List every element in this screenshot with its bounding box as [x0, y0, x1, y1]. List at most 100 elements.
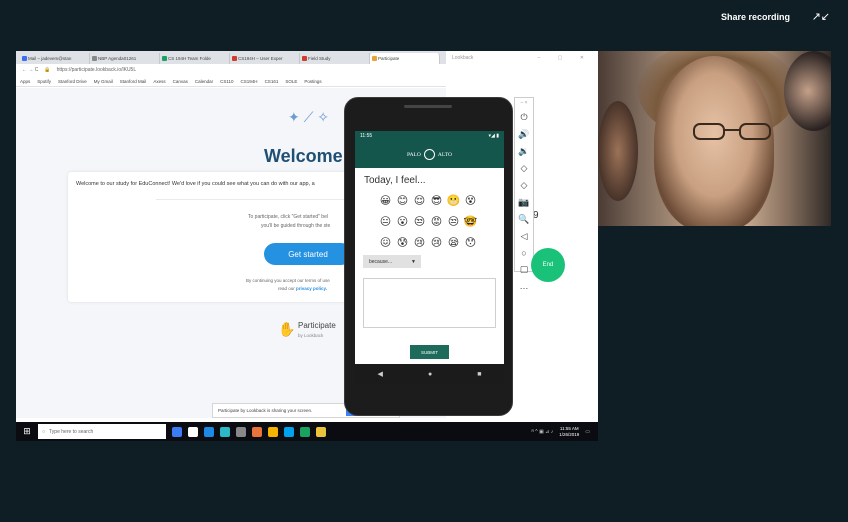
- emoji-option[interactable]: 😐: [377, 215, 394, 230]
- nav-buttons[interactable]: ← → C: [22, 67, 38, 73]
- taskbar-app-icon[interactable]: [220, 426, 230, 437]
- url-text[interactable]: https://participate.lookback.io/lKU5L: [57, 67, 137, 73]
- bookmark-item[interactable]: Spotify: [37, 79, 51, 84]
- emulator-control-icon[interactable]: ⏻: [520, 112, 527, 123]
- emulator-control-icon[interactable]: ◁: [521, 231, 528, 242]
- lock-icon: 🔒: [44, 67, 51, 73]
- emoji-option[interactable]: 😮: [394, 215, 411, 230]
- bookmark-item[interactable]: Calendar: [195, 79, 213, 84]
- taskbar-app-icon[interactable]: [268, 426, 278, 437]
- clock[interactable]: 11:55 AM 1/26/2019: [559, 426, 579, 438]
- privacy-prefix: read our: [278, 286, 297, 291]
- taskbar-app-icon[interactable]: [252, 426, 262, 437]
- emoji-option[interactable]: 😯: [462, 236, 479, 251]
- taskbar-app-icon[interactable]: [172, 426, 182, 437]
- taskbar-app-icon[interactable]: [284, 426, 294, 437]
- recents-icon[interactable]: ■: [477, 371, 481, 378]
- windows-start-icon[interactable]: ⊞: [16, 426, 38, 437]
- dropdown-caret-icon: ▼: [411, 258, 416, 265]
- clock-date: 1/26/2019: [559, 431, 580, 437]
- home-icon[interactable]: ●: [428, 371, 432, 378]
- end-call-button[interactable]: End: [531, 248, 565, 282]
- window-controls[interactable]: – ▢ ✕: [538, 55, 592, 61]
- phone-status-icons: ▾◢ ▮: [488, 133, 500, 139]
- search-placeholder: Type here to search: [49, 428, 94, 435]
- notification-icon[interactable]: ▭: [585, 429, 590, 435]
- emoji-option[interactable]: 😌: [411, 194, 428, 209]
- tab-label: Mail – jadevem@stan: [28, 56, 72, 61]
- emulator-close-icon[interactable]: – ×: [520, 100, 527, 106]
- instruction-line-2: you'll be guided through the ste: [261, 223, 331, 229]
- emulator-control-icon[interactable]: 🔉: [518, 146, 529, 157]
- taskbar-app-icon[interactable]: [236, 426, 246, 437]
- tab-label: NBP Agenda01261: [98, 56, 137, 61]
- tab-favicon-icon: [372, 56, 377, 61]
- emulator-control-icon[interactable]: ◇: [521, 180, 528, 191]
- emoji-option[interactable]: 😢: [428, 236, 445, 251]
- emoji-option[interactable]: 🤓: [462, 215, 479, 230]
- emoji-option[interactable]: 😊: [394, 194, 411, 209]
- collapse-icon[interactable]: ↗↙: [812, 10, 830, 23]
- emulator-control-icon[interactable]: ▢: [520, 264, 529, 275]
- bookmark-item[interactable]: SOLE: [285, 79, 297, 84]
- bookmark-item[interactable]: CS194H: [241, 79, 258, 84]
- emulator-control-icon[interactable]: 📷: [518, 197, 529, 208]
- browser-tab[interactable]: CS 194H Team Folde: [160, 53, 230, 64]
- tray-icons[interactable]: ᴿ ^ ▣ ⊿ ♪: [532, 429, 554, 435]
- emoji-option[interactable]: 😵: [462, 194, 479, 209]
- get-started-button[interactable]: Get started: [264, 243, 352, 265]
- participate-hand-icon: ✋: [278, 321, 296, 337]
- feel-prompt: Today, I feel...: [364, 175, 426, 186]
- address-bar[interactable]: ← → C 🔒 https://participate.lookback.io/…: [16, 64, 446, 76]
- bookmark-item[interactable]: CS161: [265, 79, 279, 84]
- privacy-policy-link[interactable]: privacy policy.: [296, 286, 327, 291]
- bookmark-item[interactable]: My Gmail: [94, 79, 113, 84]
- bookmark-item[interactable]: Axess: [153, 79, 165, 84]
- tab-label: Field Study: [308, 56, 331, 61]
- emoji-option[interactable]: 😬: [445, 194, 462, 209]
- reason-textarea[interactable]: [363, 278, 496, 328]
- emoji-option[interactable]: 😖: [377, 236, 394, 251]
- by-lookback: by Lookback: [298, 333, 324, 338]
- taskbar-app-icon[interactable]: [300, 426, 310, 437]
- terms-text: By continuing you accept our terms of us…: [246, 278, 330, 283]
- share-recording-link[interactable]: Share recording: [721, 12, 790, 22]
- sharing-text: Participate by Lookback is sharing your …: [218, 408, 313, 413]
- browser-tab[interactable]: Participate: [370, 53, 440, 64]
- emoji-option[interactable]: 😒: [411, 215, 428, 230]
- browser-tab[interactable]: Mail – jadevem@stan: [20, 53, 90, 64]
- emoji-option[interactable]: 😀: [377, 194, 394, 209]
- palo-alto-header: PALO ALTO: [355, 141, 504, 168]
- taskbar-app-icon[interactable]: [188, 426, 198, 437]
- browser-tab[interactable]: NBP Agenda01261: [90, 53, 160, 64]
- emoji-option[interactable]: 😰: [394, 236, 411, 251]
- bookmark-item[interactable]: Stanford Drive: [58, 79, 87, 84]
- emoji-option[interactable]: 😢: [411, 236, 428, 251]
- bookmark-item[interactable]: Postings: [304, 79, 321, 84]
- bookmark-item[interactable]: CS110: [220, 79, 233, 84]
- browser-tab[interactable]: CS194H – User Exper: [230, 53, 300, 64]
- submit-button[interactable]: SUBMIT: [410, 345, 449, 359]
- emulator-control-icon[interactable]: ○: [521, 248, 526, 258]
- emulator-control-icon[interactable]: 🔊: [518, 129, 529, 140]
- emoji-option[interactable]: 😒: [445, 215, 462, 230]
- bookmark-item[interactable]: Apps: [20, 79, 30, 84]
- bookmark-item[interactable]: Stanford Mail: [120, 79, 147, 84]
- browser-tab[interactable]: Field Study: [300, 53, 370, 64]
- emulator-control-icon[interactable]: ◇: [521, 163, 528, 174]
- taskbar-app-icon[interactable]: [204, 426, 214, 437]
- emoji-option[interactable]: 😪: [445, 236, 462, 251]
- bookmark-item[interactable]: Canvas: [173, 79, 188, 84]
- emulator-control-icon[interactable]: …: [520, 281, 529, 291]
- phone-time: 11:55: [360, 133, 373, 139]
- back-icon[interactable]: ◀: [378, 370, 383, 378]
- taskbar-app-icon[interactable]: [316, 426, 326, 437]
- taskbar-search[interactable]: ○ Type here to search: [38, 424, 166, 439]
- tab-favicon-icon: [22, 56, 27, 61]
- bookmarks-bar: Apps Spotify Stanford Drive My Gmail Stanfor…: [16, 76, 446, 87]
- emulator-control-icon[interactable]: 🔍: [518, 214, 529, 225]
- because-dropdown[interactable]: because... ▼: [363, 255, 421, 268]
- emoji-option[interactable]: 😎: [428, 194, 445, 209]
- emoji-grid: 😀 😊 😌 😎 😬 😵 😐 😮 😒 😡 😒 🤓 😖 😰 😢 😢 😪 😯: [377, 194, 479, 251]
- emoji-option[interactable]: 😡: [428, 215, 445, 230]
